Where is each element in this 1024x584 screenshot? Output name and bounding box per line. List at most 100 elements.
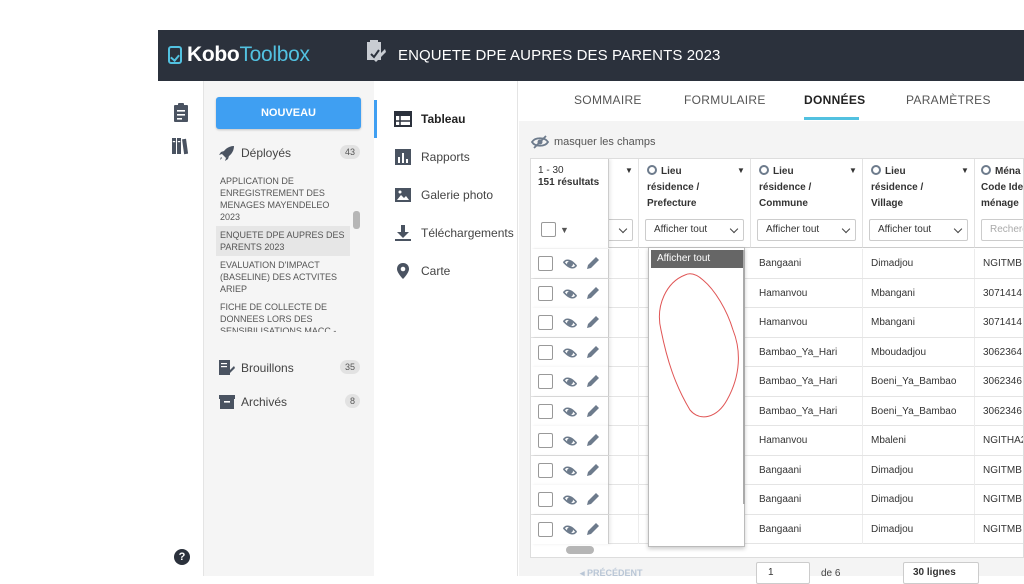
row-checkbox[interactable] [538, 344, 553, 360]
subnav-item-reports[interactable]: Rapports [374, 138, 518, 176]
question-type-icon [759, 165, 769, 176]
map-pin-icon [397, 263, 409, 279]
row-checkbox[interactable] [538, 403, 553, 419]
edit-pencil-icon[interactable] [586, 315, 600, 329]
logo-toolbox: Toolbox [239, 43, 310, 66]
drafts-count-badge: 35 [339, 360, 360, 374]
tab-settings[interactable]: PARAMÈTRES [906, 93, 991, 107]
sort-caret-icon[interactable]: ▼ [625, 166, 633, 175]
table-cell: 3062346 [975, 367, 1023, 396]
table-cell: Mbangani [863, 278, 975, 308]
column-filter-select[interactable]: Afficher tout [757, 219, 856, 241]
subnav-item-downloads[interactable]: Téléchargements [374, 214, 518, 252]
dropdown-scrollbar[interactable] [743, 250, 745, 504]
table-cell: NGITMB [975, 249, 1023, 278]
edit-pencil-icon[interactable] [586, 463, 600, 477]
row-checkbox[interactable] [538, 315, 553, 330]
column-label-line: Lieu [661, 166, 682, 177]
row-checkbox[interactable] [538, 374, 553, 389]
question-type-icon [871, 165, 881, 176]
column-label-line: résidence / [871, 182, 924, 193]
sidebar-item-drafts[interactable]: Brouillons 35 [218, 358, 360, 378]
filter-value: Afficher tout [654, 224, 708, 235]
table-row: Hamanvou Mbaleni NGITHA2 [531, 426, 1023, 456]
row-actions [531, 367, 609, 396]
previous-page-button[interactable]: ◂ PRÉCÉDENT [580, 568, 643, 579]
edit-pencil-icon[interactable] [586, 256, 600, 270]
select-all-caret-icon[interactable]: ▼ [560, 225, 569, 235]
tab-data[interactable]: DONNÉES [804, 93, 865, 107]
row-checkbox[interactable] [538, 285, 553, 301]
row-checkbox[interactable] [538, 256, 553, 271]
sidebar-item-archived[interactable]: Archivés 8 [218, 392, 360, 412]
eye-slash-icon [531, 135, 549, 149]
subnav-item-table[interactable]: Tableau [374, 100, 518, 138]
kobotoolbox-logo[interactable]: KoboToolbox [168, 43, 310, 67]
filter-dropdown-menu[interactable]: Afficher tout [648, 247, 745, 547]
page-size-select[interactable]: 30 lignes [903, 562, 979, 584]
sort-caret-icon[interactable]: ▼ [961, 166, 969, 175]
library-icon[interactable] [172, 136, 190, 156]
table-cell: NGITMB [975, 515, 1023, 544]
deployed-project-list: APPLICATION DE ENREGISTREMENT DES MENAGE… [216, 172, 350, 332]
chevron-down-icon [841, 224, 851, 234]
subnav-item-map[interactable]: Carte [374, 252, 518, 290]
column-label-line: Commune [759, 198, 808, 209]
table-cell: Bambao_Ya_Hari [751, 396, 863, 426]
edit-pencil-icon[interactable] [586, 374, 600, 388]
edit-pencil-icon[interactable] [586, 345, 600, 359]
column-label-line: Village [871, 198, 904, 209]
project-list-item[interactable]: FICHE DE COLLECTE DE DONNEES LORS DES SE… [216, 298, 350, 332]
subnav-label: Téléchargements [421, 226, 514, 240]
column-search-input[interactable]: Recherc [981, 219, 1023, 241]
sort-caret-icon[interactable]: ▼ [737, 166, 745, 175]
table-cell: Mboudadjou [863, 337, 975, 367]
tab-summary[interactable]: SOMMAIRE [574, 93, 642, 107]
table-row: Bangaani Dimadjou NGITMB [531, 514, 1023, 544]
sort-caret-icon[interactable]: ▼ [849, 166, 857, 175]
draft-icon [219, 360, 235, 375]
row-actions [531, 426, 609, 455]
table-cell: Bambao_Ya_Hari [751, 337, 863, 367]
column-filter-select[interactable]: Afficher tout [645, 219, 744, 241]
column-filter-select[interactable]: Afficher tout [869, 219, 968, 241]
table-cell: Bangaani [751, 455, 863, 485]
sidebar-item-deployed[interactable]: Déployés 43 [218, 143, 360, 163]
chevron-down-icon [729, 224, 739, 234]
column-label-line: Lieu [885, 166, 906, 177]
table-cell-hidden [609, 426, 639, 455]
tab-form[interactable]: FORMULAIRE [684, 93, 766, 107]
row-checkbox[interactable] [538, 462, 553, 478]
row-checkbox[interactable] [538, 492, 553, 507]
project-list-item[interactable]: EVALUATION D'IMPACT (BASELINE) DES ACTVI… [216, 256, 350, 298]
subnav-item-gallery[interactable]: Galerie photo [374, 176, 518, 214]
row-checkbox[interactable] [538, 521, 553, 537]
edit-pencil-icon[interactable] [586, 522, 600, 536]
sidebar-item-label: Déployés [241, 146, 292, 160]
column-header-prefecture: Lieu résidence / Prefecture ▼ Afficher tou… [639, 159, 751, 248]
project-list-item[interactable]: APPLICATION DE ENREGISTREMENT DES MENAGE… [216, 172, 350, 226]
row-checkbox[interactable] [538, 433, 553, 448]
new-project-button[interactable]: NOUVEAU [216, 97, 361, 129]
page-number-input[interactable]: 1 [756, 562, 810, 584]
table-cell: Dimadjou [863, 514, 975, 544]
dropdown-option-selected[interactable]: Afficher tout [651, 250, 743, 268]
question-type-icon [981, 165, 991, 176]
table-cell-hidden [609, 396, 639, 426]
table-horizontal-scrollbar[interactable] [566, 546, 594, 554]
table-cell: Dimadjou [863, 485, 975, 514]
hide-fields-button[interactable]: masquer les champs [531, 135, 656, 149]
edit-pencil-icon[interactable] [586, 433, 600, 447]
table-cell: Boeni_Ya_Bambao [863, 396, 975, 426]
project-list-scrollbar[interactable] [353, 211, 360, 229]
forms-icon[interactable] [172, 103, 190, 123]
edit-pencil-icon[interactable] [586, 286, 600, 300]
red-scribble-annotation [659, 273, 739, 418]
row-actions [531, 514, 609, 544]
help-icon[interactable]: ? [174, 549, 190, 565]
project-list-item-active[interactable]: ENQUETE DPE AUPRES DES PARENTS 2023 [216, 226, 350, 256]
select-all-checkbox[interactable] [541, 222, 556, 237]
edit-pencil-icon[interactable] [586, 492, 600, 506]
table-cell: Hamanvou [751, 278, 863, 308]
edit-pencil-icon[interactable] [586, 404, 600, 418]
